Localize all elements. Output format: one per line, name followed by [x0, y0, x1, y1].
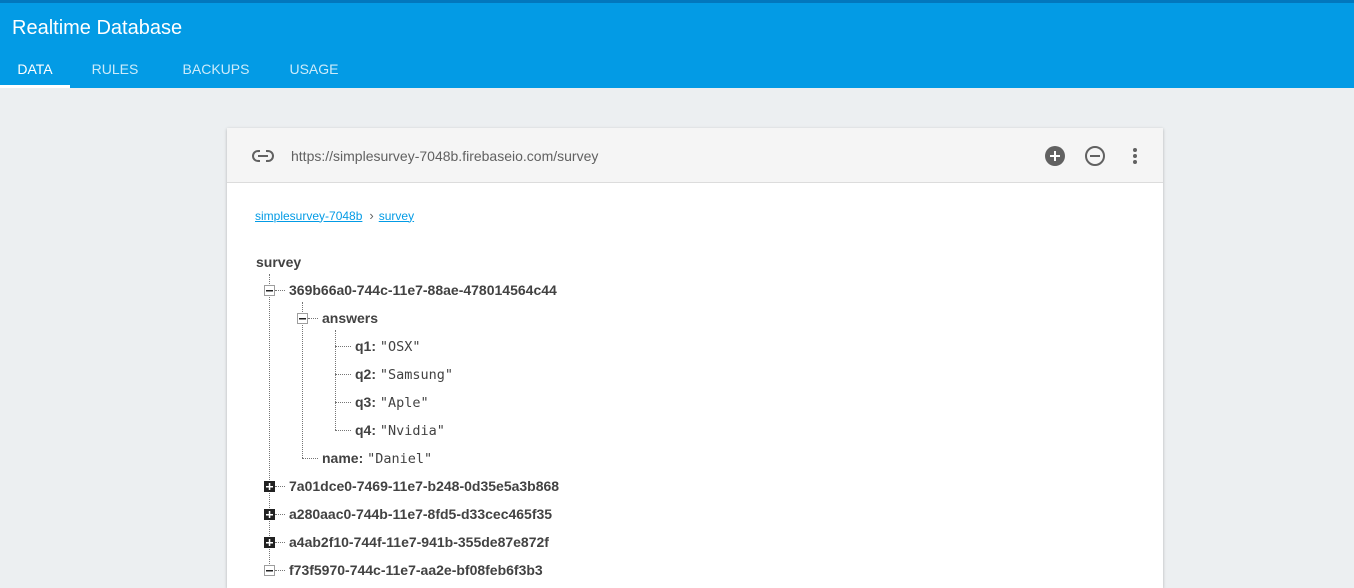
leaf-key: q3: — [355, 394, 376, 410]
tree-connector — [335, 330, 336, 430]
tree-node-answers[interactable]: answers — [322, 308, 378, 328]
tree-connector — [335, 430, 351, 431]
leaf-value[interactable]: "Samsung" — [380, 367, 453, 383]
leaf-value[interactable]: "OSX" — [380, 339, 421, 355]
expand-toggle-icon[interactable] — [264, 509, 275, 520]
tab-data[interactable]: DATA — [0, 55, 70, 88]
tree-connector — [275, 486, 285, 487]
entry-key: a280aac0-744b-11e7-8fd5-d33cec465f35 — [289, 506, 553, 522]
tree-root[interactable]: survey — [256, 252, 301, 272]
collapse-toggle-icon[interactable] — [297, 313, 308, 324]
app-header: Realtime Database DATA RULES BACKUPS USA… — [0, 0, 1354, 88]
answers-key: answers — [322, 310, 379, 326]
leaf-key: q2: — [355, 366, 376, 382]
tree-connector — [269, 274, 270, 574]
entry-key: a4ab2f10-744f-11e7-941b-355de87e872f — [289, 534, 549, 550]
tree-leaf-q4[interactable]: q4: "Nvidia" — [355, 420, 445, 440]
tree-leaf-q3[interactable]: q3: "Aple" — [355, 392, 429, 412]
leaf-key: name: — [322, 450, 364, 466]
tree-connector — [308, 318, 318, 319]
page-title: Realtime Database — [12, 17, 183, 39]
collapse-toggle-icon[interactable] — [264, 565, 275, 576]
data-tree: survey 369b66a0-744c-11e7-88ae-478014564… — [227, 128, 1163, 588]
tree-connector — [335, 346, 351, 347]
tree-connector — [302, 458, 318, 459]
entry-key: 7a01dce0-7469-11e7-b248-0d35e5a3b868 — [289, 478, 560, 494]
tree-connector — [335, 374, 351, 375]
tree-connector — [275, 290, 285, 291]
leaf-value[interactable]: "Daniel" — [367, 451, 432, 467]
root-key: survey — [256, 254, 302, 270]
leaf-value[interactable]: "Aple" — [380, 395, 429, 411]
entry-key: 369b66a0-744c-11e7-88ae-478014564c44 — [289, 282, 557, 298]
tree-node-entry[interactable]: a4ab2f10-744f-11e7-941b-355de87e872f — [289, 532, 549, 552]
leaf-value[interactable]: "Nvidia" — [380, 423, 445, 439]
tree-leaf-name[interactable]: name: "Daniel" — [322, 448, 432, 468]
collapse-toggle-icon[interactable] — [264, 285, 275, 296]
tree-leaf-q2[interactable]: q2: "Samsung" — [355, 364, 453, 384]
tree-node-entry[interactable]: 369b66a0-744c-11e7-88ae-478014564c44 — [289, 280, 557, 300]
tree-node-entry[interactable]: 7a01dce0-7469-11e7-b248-0d35e5a3b868 — [289, 476, 559, 496]
tab-backups[interactable]: BACKUPS — [160, 55, 272, 88]
tree-node-entry[interactable]: f73f5970-744c-11e7-aa2e-bf08feb6f3b3 — [289, 560, 543, 580]
tree-connector — [275, 514, 285, 515]
expand-toggle-icon[interactable] — [264, 481, 275, 492]
expand-toggle-icon[interactable] — [264, 537, 275, 548]
leaf-key: q4: — [355, 422, 376, 438]
tree-node-entry[interactable]: a280aac0-744b-11e7-8fd5-d33cec465f35 — [289, 504, 552, 524]
tree-leaf-q1[interactable]: q1: "OSX" — [355, 336, 421, 356]
tree-connector — [302, 302, 303, 458]
data-viewer-card: https://simplesurvey-7048b.firebaseio.co… — [227, 128, 1163, 588]
tree-connector — [335, 402, 351, 403]
leaf-key: q1: — [355, 338, 376, 354]
tab-rules[interactable]: RULES — [70, 55, 160, 88]
entry-key: f73f5970-744c-11e7-aa2e-bf08feb6f3b3 — [289, 562, 543, 578]
tree-connector — [275, 542, 285, 543]
tab-bar: DATA RULES BACKUPS USAGE — [0, 55, 356, 88]
tree-connector — [275, 570, 285, 571]
tab-usage[interactable]: USAGE — [272, 55, 356, 88]
